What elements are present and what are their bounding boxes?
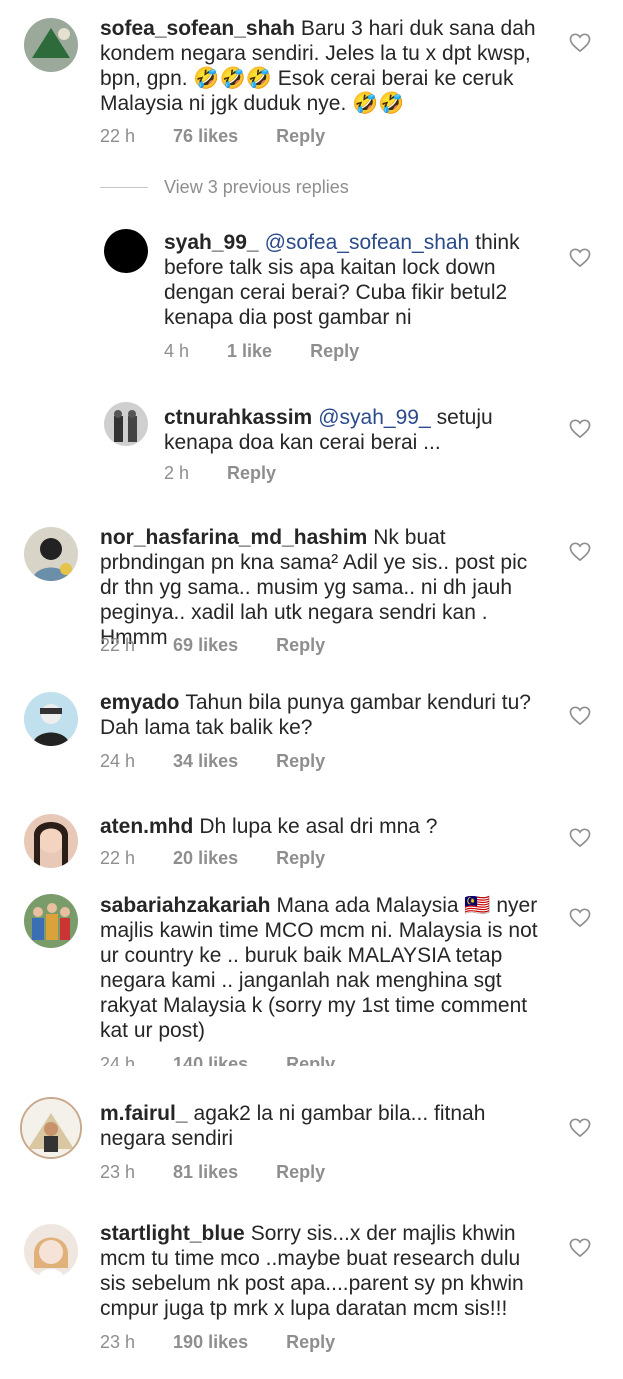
comment-time: 23 h [100, 1162, 136, 1182]
comment-time: 24 h [100, 1054, 136, 1066]
comment-meta: 22 h 76 likes Reply [100, 126, 363, 147]
comment-item: emyado Tahun bila punya gambar kenduri tu… [0, 678, 623, 788]
likes-count[interactable]: 81 likes [173, 1162, 238, 1183]
heart-outline-icon[interactable] [569, 1118, 591, 1138]
comment-item: sofea_sofean_shah Baru 3 hari duk sana da… [0, 0, 623, 160]
comment-username[interactable]: startlight_blue [100, 1222, 245, 1245]
likes-count[interactable]: 34 likes [173, 751, 238, 772]
comment-text: syah_99_ @sofea_sofean_shah think before t… [164, 230, 544, 330]
heart-outline-icon[interactable] [569, 542, 591, 562]
avatar[interactable] [104, 229, 148, 273]
heart-outline-icon[interactable] [569, 33, 591, 53]
avatar[interactable] [24, 814, 78, 868]
likes-count[interactable]: 76 likes [173, 126, 238, 147]
comment-meta: 2 h Reply [164, 463, 314, 484]
comment-text: aten.mhd Dh lupa ke asal dri mna ? [100, 814, 550, 839]
reply-button[interactable]: Reply [276, 848, 325, 869]
likes-count[interactable]: 1 like [227, 341, 272, 362]
comment-time: 23 h [100, 1332, 136, 1352]
comment-username[interactable]: sofea_sofean_shah [100, 17, 295, 40]
comment-item: m.fairul_ agak2 la ni gambar bila... fitn… [0, 1085, 623, 1195]
reply-button[interactable]: Reply [276, 635, 325, 656]
avatar[interactable] [24, 692, 78, 746]
avatar[interactable] [20, 1097, 82, 1159]
likes-count[interactable]: 140 likes [173, 1054, 248, 1066]
reply-button[interactable]: Reply [276, 126, 325, 147]
heart-outline-icon[interactable] [569, 248, 591, 268]
likes-count[interactable]: 190 likes [173, 1332, 248, 1353]
comment-username[interactable]: ctnurahkassim [164, 406, 312, 429]
divider-line [100, 187, 148, 188]
comment-username[interactable]: aten.mhd [100, 815, 193, 838]
comment-time: 2 h [164, 463, 190, 483]
heart-outline-icon[interactable] [569, 1238, 591, 1258]
reply-button[interactable]: Reply [276, 751, 325, 772]
reply-item: syah_99_ @sofea_sofean_shah think before t… [0, 222, 623, 372]
comment-time: 4 h [164, 341, 190, 361]
avatar[interactable] [104, 402, 148, 446]
comment-text: startlight_blue Sorry sis...x der majlis … [100, 1221, 540, 1321]
comment-username[interactable]: nor_hasfarina_md_hashim [100, 526, 367, 549]
comment-time: 22 h [100, 126, 136, 146]
comment-meta: 23 h 190 likes Reply [100, 1332, 373, 1353]
reply-button[interactable]: Reply [286, 1332, 335, 1353]
avatar[interactable] [24, 18, 78, 72]
reply-item: ctnurahkassim @syah_99_ setuju kenapa doa … [0, 392, 623, 502]
reply-button[interactable]: Reply [286, 1054, 335, 1066]
view-previous-replies[interactable]: View 3 previous replies [100, 177, 349, 198]
mention-link[interactable]: @syah_99_ [318, 406, 430, 429]
heart-outline-icon[interactable] [569, 908, 591, 928]
comment-text: nor_hasfarina_md_hashim Nk buat prbndinga… [100, 525, 550, 650]
avatar[interactable] [24, 527, 78, 581]
comment-text: m.fairul_ agak2 la ni gambar bila... fitn… [100, 1101, 540, 1151]
heart-outline-icon[interactable] [569, 706, 591, 726]
comment-time: 24 h [100, 751, 136, 771]
comment-meta: 4 h 1 like Reply [164, 341, 397, 362]
comment-item: sabariahzakariah Mana ada Malaysia 🇲🇾 nye… [0, 880, 623, 1066]
comment-time: 22 h [100, 635, 136, 655]
comment-meta: 24 h 140 likes Reply [100, 1054, 373, 1066]
reply-button[interactable]: Reply [310, 341, 359, 362]
reply-button[interactable]: Reply [276, 1162, 325, 1183]
comment-username[interactable]: emyado [100, 691, 179, 714]
heart-outline-icon[interactable] [569, 419, 591, 439]
comment-item: nor_hasfarina_md_hashim Nk buat prbndinga… [0, 512, 623, 672]
comment-meta: 24 h 34 likes Reply [100, 751, 363, 772]
comment-item: aten.mhd Dh lupa ke asal dri mna ? 22 h 2… [0, 800, 623, 880]
comment-item: startlight_blue Sorry sis...x der majlis … [0, 1210, 623, 1370]
comment-time: 22 h [100, 848, 136, 868]
avatar[interactable] [24, 1224, 78, 1278]
comment-meta: 22 h 20 likes Reply [100, 848, 363, 869]
comment-text: emyado Tahun bila punya gambar kenduri tu… [100, 690, 550, 740]
comment-body: Dh lupa ke asal dri mna ? [199, 815, 438, 838]
comment-meta: 23 h 81 likes Reply [100, 1162, 363, 1183]
comment-text: sabariahzakariah Mana ada Malaysia 🇲🇾 nye… [100, 893, 550, 1043]
comment-username[interactable]: m.fairul_ [100, 1102, 188, 1125]
likes-count[interactable]: 69 likes [173, 635, 238, 656]
comment-meta: 22 h 69 likes Reply [100, 635, 363, 656]
heart-outline-icon[interactable] [569, 828, 591, 848]
view-previous-label[interactable]: View 3 previous replies [164, 177, 349, 198]
comment-username[interactable]: sabariahzakariah [100, 894, 270, 917]
reply-button[interactable]: Reply [227, 463, 276, 484]
comment-text: ctnurahkassim @syah_99_ setuju kenapa doa … [164, 405, 544, 455]
likes-count[interactable]: 20 likes [173, 848, 238, 869]
avatar[interactable] [24, 894, 78, 948]
mention-link[interactable]: @sofea_sofean_shah [265, 231, 470, 254]
comment-text: sofea_sofean_shah Baru 3 hari duk sana da… [100, 16, 540, 116]
comment-username[interactable]: syah_99_ [164, 231, 259, 254]
